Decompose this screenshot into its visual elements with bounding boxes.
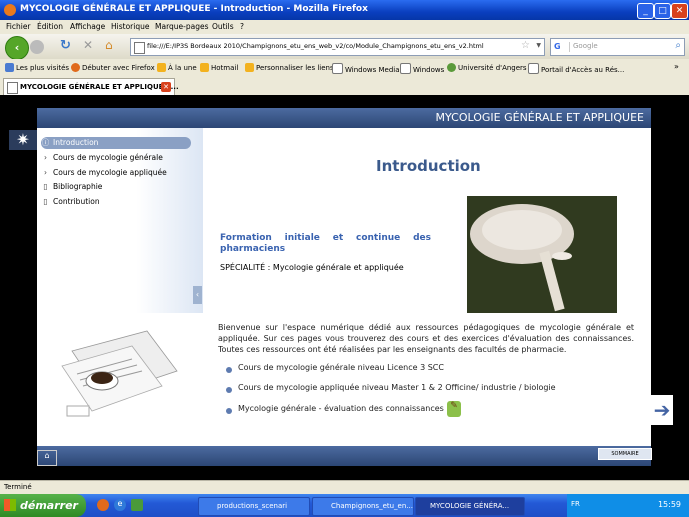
welcome-paragraph: Bienvenue sur l'espace numérique dédié a…	[218, 323, 634, 354]
firefox-icon	[4, 4, 16, 16]
page-icon	[332, 63, 343, 74]
formation-heading: Formation initiale et continue des pharm…	[220, 233, 431, 254]
menu-bookmarks[interactable]: Marque-pages	[155, 22, 209, 31]
system-tray: FR 15:59	[567, 494, 689, 517]
windows-logo-icon	[4, 499, 16, 511]
taskbar-item[interactable]: Champignons_etu_en...	[312, 497, 414, 516]
tab-label: MYCOLOGIE GÉNÉRALE ET APPLIQUEE ...	[20, 83, 179, 91]
menu-tools[interactable]: Outils	[212, 22, 234, 31]
collapse-sidebar-button[interactable]: ‹	[193, 286, 202, 304]
home-icon[interactable]: ⌂	[37, 450, 57, 466]
sidebar-item-introduction[interactable]: ⓘ Introduction	[41, 137, 191, 149]
sidebar-item-cours-generale[interactable]: › Cours de mycologie générale	[41, 152, 163, 164]
course-link[interactable]: Mycologie générale - évaluation des conn…	[238, 404, 444, 413]
mushroom-photo	[467, 196, 617, 313]
page-footer	[37, 446, 651, 466]
url-text: file:///E:/IP3S Bordeaux 2010/Champignon…	[147, 42, 484, 50]
bookmark-star-icon[interactable]: ☆	[521, 40, 530, 51]
close-tab-icon[interactable]: ✕	[161, 82, 171, 92]
rss-icon	[157, 63, 166, 72]
sommaire-button[interactable]: SOMMAIRE	[598, 448, 652, 460]
taskbar-item-active[interactable]: MYCOLOGIE GÉNÉRA...	[415, 497, 525, 516]
desktop-quicklaunch-icon[interactable]	[131, 499, 143, 511]
menu-help[interactable]: ?	[240, 22, 244, 31]
page-icon	[400, 63, 411, 74]
google-icon[interactable]: G	[554, 42, 570, 52]
page-title: Introduction	[376, 157, 481, 175]
menu-file[interactable]: Fichier	[6, 22, 31, 31]
bookmark-item[interactable]: Personnaliser les liens	[245, 63, 334, 72]
back-button[interactable]: ‹	[5, 36, 29, 60]
start-button[interactable]: démarrer	[0, 494, 86, 517]
bookmark-item[interactable]: Hotmail	[200, 63, 238, 72]
address-bar[interactable]: file:///E:/IP3S Bordeaux 2010/Champignon…	[130, 38, 545, 56]
window-title: MYCOLOGIE GÉNÉRALE ET APPLIQUEE - Introd…	[20, 4, 368, 14]
menu-bar: Fichier Édition Affichage Historique Mar…	[0, 20, 689, 34]
search-input[interactable]: G Google ⌕	[550, 38, 685, 56]
firefox-icon	[71, 63, 80, 72]
menu-view[interactable]: Affichage	[70, 22, 105, 31]
maximize-button[interactable]: □	[654, 3, 671, 19]
info-icon: ⓘ	[41, 138, 50, 147]
quiz-icon[interactable]: ✎	[447, 401, 461, 417]
status-bar: Terminé	[0, 480, 689, 495]
course-link[interactable]: Cours de mycologie appliquée niveau Mast…	[238, 383, 556, 392]
stop-icon[interactable]: ✕	[83, 38, 97, 54]
tab-active[interactable]: MYCOLOGIE GÉNÉRALE ET APPLIQUEE ... ✕	[3, 78, 179, 95]
reload-icon[interactable]: ↻	[60, 38, 74, 54]
ie-quicklaunch-icon[interactable]: e	[114, 499, 126, 511]
newspaper-coffee-illustration	[61, 330, 178, 417]
sidebar-item-contribution[interactable]: ▯ Contribution	[41, 196, 99, 208]
chevron-right-icon[interactable]: »	[674, 62, 679, 71]
star-logo-icon: ✷	[9, 130, 37, 150]
bookmark-item[interactable]: Windows	[400, 63, 444, 74]
document-icon: ▯	[43, 197, 48, 206]
folder-icon	[245, 63, 254, 72]
bullet-icon	[226, 387, 232, 393]
close-button[interactable]: ✕	[671, 3, 688, 19]
bookmark-item[interactable]: Windows Media	[332, 63, 400, 74]
bookmark-item[interactable]: Université d'Angers	[447, 63, 527, 72]
page-icon	[528, 63, 539, 74]
bookmark-icon	[5, 63, 14, 72]
status-text: Terminé	[4, 483, 32, 491]
window-title-bar: MYCOLOGIE GÉNÉRALE ET APPLIQUEE - Introd…	[0, 0, 689, 20]
menu-history[interactable]: Historique	[111, 22, 149, 31]
taskbar-item[interactable]: productions_scenari	[198, 497, 310, 516]
sidebar-item-bibliographie[interactable]: ▯ Bibliographie	[41, 181, 102, 193]
specialite-text: SPÉCIALITÉ : Mycologie générale et appli…	[220, 263, 404, 272]
page-header-title: MYCOLOGIE GÉNÉRALE ET APPLIQUEE	[435, 111, 644, 124]
bookmark-item[interactable]: Les plus visités	[5, 63, 69, 72]
bookmark-item[interactable]: Débuter avec Firefox	[71, 63, 155, 72]
document-icon: ▯	[43, 182, 48, 191]
chevron-down-icon[interactable]: ▼	[536, 42, 541, 49]
search-icon[interactable]: ⌕	[675, 40, 681, 51]
search-placeholder: Google	[573, 42, 598, 50]
course-link[interactable]: Cours de mycologie générale niveau Licen…	[238, 363, 444, 372]
bullet-icon	[226, 408, 232, 414]
menu-edit[interactable]: Édition	[37, 22, 63, 31]
bullet-icon	[226, 367, 232, 373]
page-favicon	[134, 42, 145, 54]
bookmark-item[interactable]: Portail d'Accès au Rés...	[528, 63, 624, 74]
minimize-button[interactable]: _	[637, 3, 654, 19]
chevron-right-icon: ›	[44, 168, 47, 177]
home-icon[interactable]: ⌂	[105, 38, 119, 54]
sidebar-item-cours-appliquee[interactable]: › Cours de mycologie appliquée	[41, 167, 167, 179]
firefox-quicklaunch-icon[interactable]	[97, 499, 109, 511]
chevron-right-icon: ›	[44, 153, 47, 162]
page-icon	[7, 82, 18, 94]
forward-button[interactable]	[30, 40, 44, 54]
next-page-button[interactable]: ➔	[651, 395, 673, 425]
globe-icon	[447, 63, 456, 72]
bookmark-item[interactable]: À la une	[157, 63, 197, 72]
language-indicator[interactable]: FR	[571, 500, 580, 508]
folder-icon	[200, 63, 209, 72]
clock[interactable]: 15:59	[658, 500, 681, 509]
